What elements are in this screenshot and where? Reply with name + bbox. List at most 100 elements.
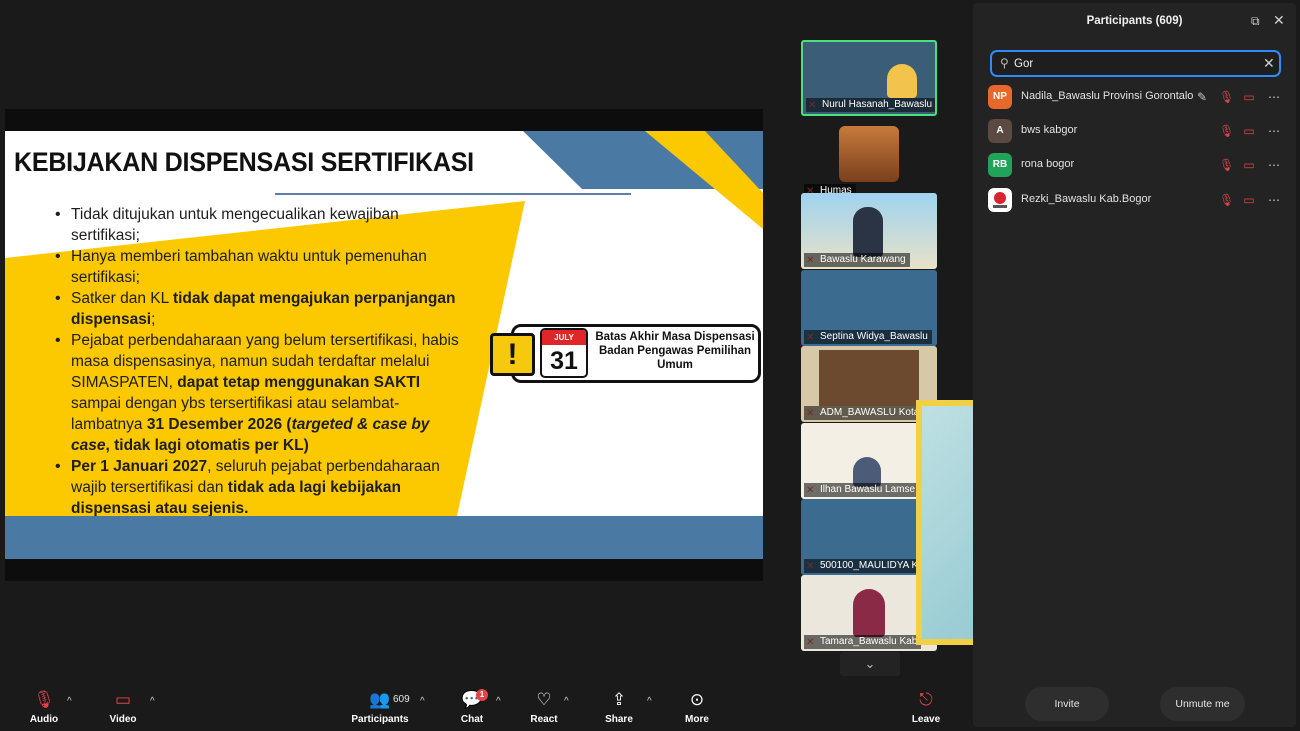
participant-name: rona bogor [1021, 158, 1075, 170]
video-off-icon[interactable]: ▭ [1242, 157, 1256, 173]
bullet-text: Per 1 Januari 2027 [71, 458, 208, 475]
tile-name: Tamara_Bawaslu Kab [804, 635, 922, 649]
chevron-up-icon[interactable]: ^ [420, 696, 425, 707]
bullet-text: 31 Desember 2026 ( [146, 416, 292, 433]
video-off-icon: ▭ [114, 690, 132, 709]
bullet-text: Tidak ditujukan untuk mengecualikan kewa… [71, 206, 399, 244]
video-off-icon[interactable]: ▭ [1242, 192, 1256, 208]
mic-off-icon: 🎙 [33, 690, 55, 709]
slide-bullet: Tidak ditujukan untuk mengecualikan kewa… [53, 204, 463, 246]
title-underline [275, 193, 631, 195]
avatar [988, 188, 1012, 212]
chevron-up-icon[interactable]: ^ [150, 696, 155, 707]
slide-bullet: Hanya memberi tambahan waktu untuk pemen… [53, 246, 463, 288]
chevron-up-icon[interactable]: ^ [67, 696, 72, 707]
clear-search-icon[interactable]: ✕ [1263, 55, 1275, 71]
leave-button[interactable]: ⎋ Leave [910, 689, 942, 725]
audio-button[interactable]: 🎙 Audio [28, 689, 60, 725]
participant-image [839, 126, 899, 182]
edit-icon[interactable]: ✎ [1195, 89, 1209, 105]
leave-icon: ⎋ [919, 690, 933, 709]
slide-bullet: Per 1 Januari 2027, seluruh pejabat perb… [53, 456, 463, 519]
callout-text: Batas Akhir Masa Dispensasi Badan Pengaw… [595, 331, 755, 371]
video-tile[interactable]: ✕ Bawaslu Karawang [801, 193, 937, 269]
tile-name: Nurul Hasanah_Bawaslu [806, 98, 935, 112]
pop-out-icon[interactable]: ⧉ [1251, 15, 1263, 27]
share-button[interactable]: ⇪ Share [603, 689, 635, 725]
mic-off-icon[interactable]: 🎙 [1219, 89, 1234, 105]
heart-icon: ♡ [536, 690, 552, 709]
more-button[interactable]: ⊙ More [681, 689, 713, 725]
chevron-up-icon[interactable]: ^ [496, 696, 501, 707]
unmute-me-button[interactable]: Unmute me [1160, 687, 1245, 721]
more-options-icon[interactable]: ⋯ [1267, 89, 1281, 105]
avatar: RB [988, 153, 1012, 177]
react-label: React [530, 714, 558, 725]
warning-icon: ! [490, 333, 535, 376]
bullet-text: ; [151, 311, 156, 328]
bullet-text: Satker dan KL [71, 290, 173, 307]
participant-row[interactable]: Rezki_Bawaslu Kab.Bogor 🎙 ▭ ⋯ [988, 188, 1288, 212]
tile-name: Septina Widya_Bawaslu [804, 330, 932, 344]
chevron-up-icon[interactable]: ^ [564, 696, 569, 707]
participants-panel: Participants (609) ⧉ ✕ ⚲ ✕ NP Nadila_Baw… [973, 3, 1296, 727]
search-field[interactable]: ⚲ ✕ [990, 50, 1281, 77]
avatar: NP [988, 85, 1012, 109]
participant-row[interactable]: A bws kabgor 🎙 ▭ ⋯ [988, 119, 1288, 143]
video-off-icon[interactable]: ▭ [1242, 123, 1256, 139]
avatar: A [988, 119, 1012, 143]
participant-name: bws kabgor [1021, 124, 1078, 136]
video-label: Video [109, 714, 137, 725]
tile-name: ADM_BAWASLU Kota [804, 406, 924, 420]
shared-screen[interactable]: KEBIJAKAN DISPENSASI SERTIFIKASI Tidak d… [5, 109, 763, 581]
calendar-month: JULY [542, 330, 586, 345]
calendar-day: 31 [550, 347, 578, 375]
calendar-icon: JULY 31 [540, 328, 588, 378]
slide-bullet: Satker dan KL tidak dapat mengajukan per… [53, 288, 463, 330]
bullet-text: , tidak lagi otomatis per KL) [105, 437, 309, 454]
participant-row[interactable]: NP Nadila_Bawaslu Provinsi Gorontalo ✎ 🎙… [988, 85, 1288, 109]
participant-name: Rezki_Bawaslu Kab.Bogor [1021, 193, 1152, 205]
mic-off-icon[interactable]: 🎙 [1219, 157, 1234, 173]
chat-badge: 1 [476, 689, 488, 701]
participant-name: Nadila_Bawaslu Provinsi Gorontalo [1021, 90, 1194, 102]
slide-bullet: Pejabat perbendaharaan yang belum terser… [53, 330, 463, 456]
video-off-icon[interactable]: ▭ [1242, 89, 1256, 105]
leave-label: Leave [911, 714, 941, 725]
zoom-meeting-window: KEBIJAKAN DISPENSASI SERTIFIKASI Tidak d… [0, 0, 1300, 731]
invite-button[interactable]: Invite [1025, 687, 1109, 721]
video-tile[interactable]: ✕ Humas [801, 124, 937, 200]
share-label: Share [605, 714, 633, 725]
more-options-icon[interactable]: ⋯ [1267, 123, 1281, 139]
participant-row[interactable]: RB rona bogor 🎙 ▭ ⋯ [988, 153, 1288, 177]
more-options-icon[interactable]: ⋯ [1267, 192, 1281, 208]
bullet-text: Hanya memberi tambahan waktu untuk pemen… [71, 248, 427, 286]
more-icon: ⊙ [689, 690, 705, 709]
react-button[interactable]: ♡ React [528, 689, 560, 725]
chevron-down-icon[interactable]: ⌄ [840, 652, 900, 676]
tile-name: 500100_MAULIDYA K [804, 559, 923, 573]
close-icon[interactable]: ✕ [1273, 13, 1285, 27]
more-label: More [685, 714, 709, 725]
participants-label: Participants [351, 714, 409, 725]
video-button[interactable]: ▭ Video [106, 689, 140, 725]
search-icon: ⚲ [1000, 56, 1009, 70]
tile-name: Bawaslu Karawang [804, 253, 910, 267]
search-input[interactable] [1014, 54, 1254, 73]
presentation-slide: KEBIJAKAN DISPENSASI SERTIFIKASI Tidak d… [5, 131, 763, 559]
mic-off-icon[interactable]: 🎙 [1219, 123, 1234, 139]
bawaslu-logo-icon [993, 192, 1007, 208]
more-options-icon[interactable]: ⋯ [1267, 157, 1281, 173]
participant-image [819, 350, 919, 406]
panel-title: Participants (609) [1086, 15, 1183, 27]
slide-bullet-list: Tidak ditujukan untuk mengecualikan kewa… [53, 204, 463, 519]
bottom-blue-band [5, 516, 763, 559]
chevron-up-icon[interactable]: ^ [647, 696, 652, 707]
participant-image [887, 64, 917, 98]
mic-off-icon[interactable]: 🎙 [1219, 192, 1234, 208]
participant-count: 609 [393, 694, 410, 705]
audio-label: Audio [29, 714, 59, 725]
video-tile[interactable]: ✕ Nurul Hasanah_Bawaslu [801, 40, 937, 116]
video-tile[interactable]: ✕ Septina Widya_Bawaslu [801, 270, 937, 346]
chat-label: Chat [460, 714, 484, 725]
